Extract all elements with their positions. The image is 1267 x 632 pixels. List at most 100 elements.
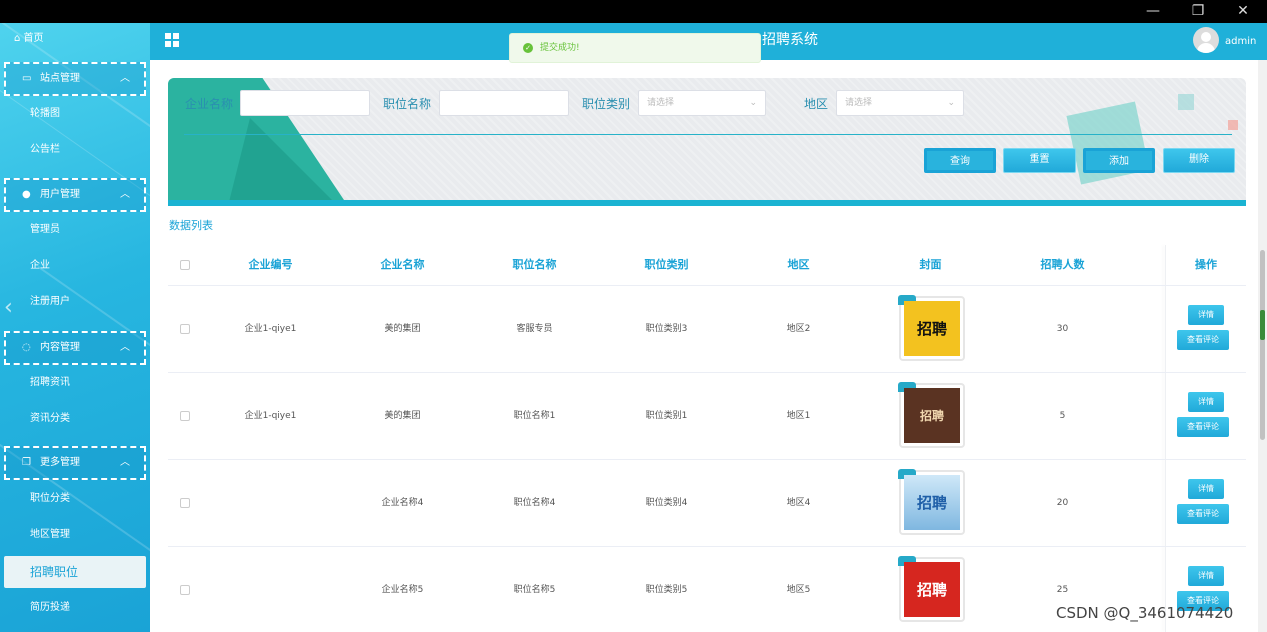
- table-row: 企业1-qiye1 美的集团 客服专员 职位类别3 地区2 招聘 30 详情 查…: [168, 285, 1246, 372]
- sidebar-item-region[interactable]: 地区管理: [0, 517, 150, 553]
- cell-company-name: 企业名称4: [381, 498, 424, 508]
- detail-button[interactable]: 详情: [1188, 566, 1224, 586]
- user-name[interactable]: admin: [1225, 23, 1256, 60]
- cell-region: 地区5: [786, 585, 811, 595]
- chevron-down-icon: ⌄: [749, 98, 757, 108]
- cover-image[interactable]: 招聘: [898, 469, 965, 535]
- row-checkbox[interactable]: [180, 585, 190, 595]
- sidebar-item-carousel[interactable]: 轮播图: [0, 96, 150, 132]
- row-checkbox[interactable]: [180, 498, 190, 508]
- chevron-down-icon: ⌄: [947, 98, 955, 108]
- job-name-label: 职位名称: [383, 97, 432, 111]
- view-comments-button[interactable]: 查看评论: [1177, 504, 1229, 524]
- sidebar-item-job-news[interactable]: 招聘资讯: [0, 365, 150, 401]
- add-button[interactable]: 添加: [1083, 148, 1155, 173]
- detail-button[interactable]: 详情: [1188, 305, 1224, 325]
- sidebar-item-resume-delivery[interactable]: 简历投递: [0, 590, 150, 626]
- check-circle-icon: ✓: [523, 43, 533, 53]
- sidebar-item-home[interactable]: ⌂ 首页: [0, 23, 150, 55]
- cell-job-category: 职位类别3: [645, 324, 688, 334]
- cover-image[interactable]: 招聘: [898, 295, 965, 361]
- header-job-category: 职位类别: [644, 258, 689, 271]
- delete-button[interactable]: 删除: [1163, 148, 1235, 173]
- table-row: 企业名称4 职位名称4 职位类别4 地区4 招聘 20 详情 查看评论: [168, 459, 1246, 546]
- cell-job-category: 职位类别5: [645, 585, 688, 595]
- copy-icon: ❐: [22, 457, 31, 468]
- cover-image[interactable]: 招聘: [898, 382, 965, 448]
- toast-message: 提交成功!: [540, 43, 580, 53]
- sidebar-item-companies[interactable]: 企业: [0, 248, 150, 284]
- cell-company-id: [208, 460, 333, 547]
- page-scrollbar[interactable]: [1258, 60, 1267, 632]
- header-company-id: 企业编号: [248, 258, 293, 271]
- cell-job-category: 职位类别1: [645, 411, 688, 421]
- region-select[interactable]: 请选择 ⌄: [836, 90, 964, 116]
- query-button[interactable]: 查询: [924, 148, 996, 173]
- user-icon: ●: [22, 189, 31, 200]
- company-name-input[interactable]: [240, 90, 370, 116]
- detail-button[interactable]: 详情: [1188, 479, 1224, 499]
- chevron-left-icon[interactable]: ‹: [4, 295, 13, 320]
- cell-company-id: 企业1-qiye1: [244, 411, 297, 421]
- row-checkbox[interactable]: [180, 411, 190, 421]
- sidebar: ⌂ 首页 ▭ 站点管理 ︿ 轮播图 公告栏 ● 用户管理 ︿ 管理员 企业 注册用户…: [0, 23, 150, 632]
- chevron-up-icon: ︿: [120, 73, 130, 84]
- sidebar-item-admins[interactable]: 管理员: [0, 212, 150, 248]
- row-checkbox[interactable]: [180, 324, 190, 334]
- header-company-name: 企业名称: [380, 258, 425, 271]
- region-label: 地区: [804, 97, 829, 111]
- job-category-select[interactable]: 请选择 ⌄: [638, 90, 766, 116]
- cell-headcount: 30: [1056, 324, 1069, 334]
- minimize-icon[interactable]: —: [1130, 0, 1176, 23]
- home-icon: ⌂: [14, 33, 24, 44]
- success-toast: ✓ 提交成功!: [509, 33, 761, 63]
- cell-job-name: 职位名称5: [513, 585, 556, 595]
- sidebar-group-site[interactable]: ▭ 站点管理 ︿: [4, 62, 146, 96]
- cell-region: 地区1: [786, 411, 811, 421]
- job-name-input[interactable]: [439, 90, 569, 116]
- os-title-bar: — ❐ ✕: [0, 0, 1267, 23]
- cover-image[interactable]: 招聘: [898, 556, 965, 622]
- cell-company-id: 企业1-qiye1: [244, 324, 297, 334]
- chat-icon: ◌: [22, 342, 31, 353]
- header-actions: 操作: [1195, 258, 1217, 271]
- cell-region: 地区2: [786, 324, 811, 334]
- cell-job-name: 职位名称4: [513, 498, 556, 508]
- view-comments-button[interactable]: 查看评论: [1177, 417, 1229, 437]
- cell-job-name: 客服专员: [516, 324, 553, 334]
- chevron-up-icon: ︿: [120, 189, 130, 200]
- sidebar-item-job-category[interactable]: 职位分类: [0, 481, 150, 517]
- menu-grid-icon[interactable]: [165, 33, 180, 48]
- cell-company-name: 美的集团: [384, 411, 421, 421]
- cell-company-id: [208, 547, 333, 632]
- table-row: 企业1-qiye1 美的集团 职位名称1 职位类别1 地区1 招聘 5 详情 查…: [168, 372, 1246, 459]
- scroll-thumb[interactable]: [1260, 250, 1265, 440]
- cell-company-name: 企业名称5: [381, 585, 424, 595]
- cell-headcount: 5: [1059, 411, 1066, 421]
- avatar[interactable]: [1193, 27, 1219, 53]
- data-list-title: 数据列表: [169, 219, 213, 232]
- chevron-up-icon: ︿: [120, 342, 130, 353]
- sidebar-group-more[interactable]: ❐ 更多管理 ︿: [4, 446, 146, 480]
- sidebar-item-news-category[interactable]: 资讯分类: [0, 401, 150, 437]
- sidebar-group-users[interactable]: ● 用户管理 ︿: [4, 178, 146, 212]
- view-comments-button[interactable]: 查看评论: [1177, 330, 1229, 350]
- chevron-up-icon: ︿: [120, 457, 130, 468]
- sidebar-group-content[interactable]: ◌ 内容管理 ︿: [4, 331, 146, 365]
- monitor-icon: ▭: [22, 73, 32, 84]
- restore-icon[interactable]: ❐: [1175, 0, 1221, 23]
- detail-button[interactable]: 详情: [1188, 392, 1224, 412]
- company-name-label: 企业名称: [185, 97, 234, 111]
- reset-button[interactable]: 重置: [1003, 148, 1076, 173]
- header-cover: 封面: [919, 258, 942, 271]
- header-job-name: 职位名称: [512, 258, 557, 271]
- close-icon[interactable]: ✕: [1220, 0, 1266, 23]
- sidebar-item-notice[interactable]: 公告栏: [0, 132, 150, 168]
- cell-region: 地区4: [786, 498, 811, 508]
- sidebar-item-job-posts[interactable]: 招聘职位: [4, 556, 146, 588]
- cell-company-name: 美的集团: [384, 324, 421, 334]
- cell-headcount: 20: [1056, 498, 1069, 508]
- select-all-checkbox[interactable]: [180, 260, 190, 270]
- sidebar-item-registered-users[interactable]: 注册用户: [0, 284, 150, 320]
- search-panel: 企业名称 职位名称 职位类别 请选择 ⌄ 地区 请选择 ⌄ 查询 重置 添加 删…: [168, 78, 1246, 206]
